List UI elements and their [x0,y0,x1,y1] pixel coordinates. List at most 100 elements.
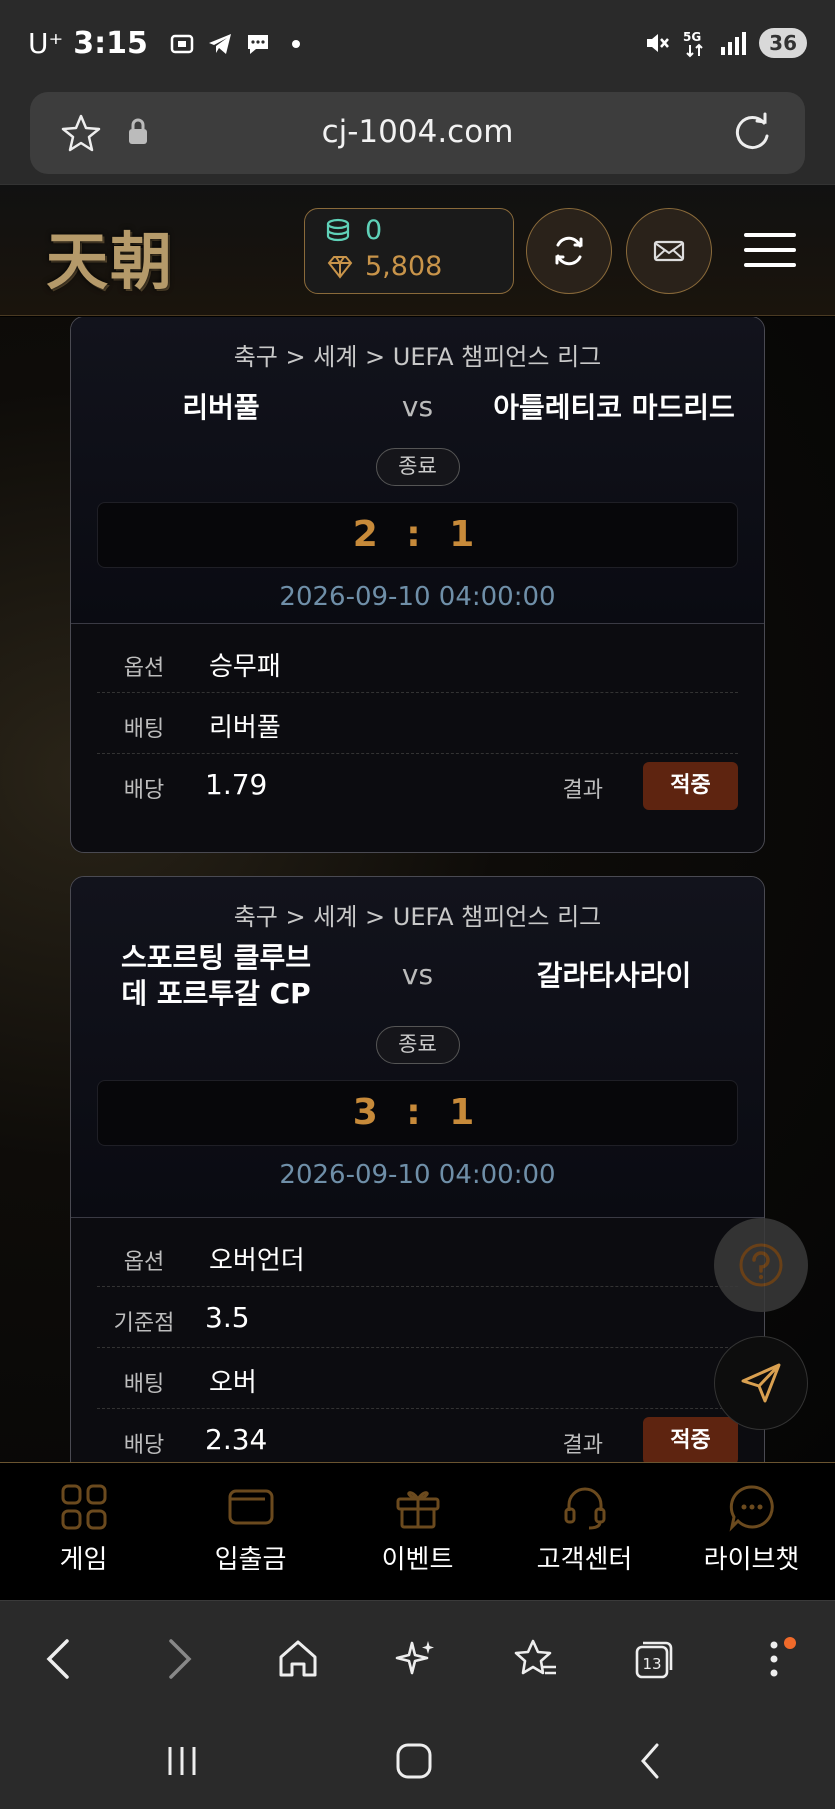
sparkle-icon [395,1641,434,1675]
home-button[interactable] [268,1629,328,1689]
notification-dot [784,1637,796,1649]
row-value: 3.5 [205,1301,250,1334]
telegram-float-button[interactable] [714,1336,808,1430]
league-path: 축구 > 세계 > UEFA 챔피언스 리그 [233,343,602,371]
match-status-badge: 종료 [375,448,460,486]
browser-toolbar: cj-1004.com [0,88,835,184]
clock: 3:15 [73,26,148,61]
message-icon [247,34,268,54]
site-header: 天朝 0 5,808 [0,184,835,316]
tabs-icon: 13 [635,1641,673,1679]
nav-label: 고객센터 [536,1545,633,1575]
send-icon [741,1363,781,1403]
nav-event[interactable]: 이벤트 [334,1463,501,1600]
refresh-icon [555,236,583,266]
reload-icon[interactable] [729,110,775,156]
nav-game[interactable]: 게임 [0,1463,167,1600]
wallet-icon [228,1489,273,1525]
tabs-button[interactable]: 13 [624,1629,684,1689]
result-label: 결과 [562,778,603,803]
away-team: 갈라타사라이 [536,959,692,992]
bet-row-odds: 배당 2.34 결과 적중 [97,1409,738,1462]
browser-bottom-toolbar: 13 [0,1600,835,1712]
mail-button[interactable] [626,208,712,294]
telegram-icon [208,33,231,54]
help-float-button[interactable] [714,1218,808,1312]
refresh-button[interactable] [526,208,612,294]
svg-text:5G: 5G [683,30,701,44]
result-label: 결과 [562,1433,603,1458]
recents-button[interactable] [152,1736,212,1786]
nav-deposit-withdraw[interactable]: 입출금 [167,1463,334,1600]
row-label: 기준점 [113,1311,175,1336]
system-back-button[interactable] [620,1736,680,1786]
away-team: 아틀레티코 마드리드 [493,391,735,424]
chevron-left-icon [46,1639,69,1679]
ai-button[interactable] [386,1629,446,1689]
bet-row-odds: 배당 1.79 결과 적중 [97,754,738,815]
row-value: 리버풀 [209,713,281,743]
row-label: 배당 [123,1433,165,1458]
match-datetime: 2026-09-10 04:00:00 [279,1160,556,1190]
tab-count: 13 [642,1655,661,1673]
row-label: 배팅 [123,717,165,742]
nav-customer-center[interactable]: 고객센터 [501,1463,668,1600]
bet-row-line: 기준점 3.5 [97,1287,738,1348]
system-nav-bar [0,1712,835,1809]
grid-icon [61,1484,106,1530]
chevron-right-icon [169,1639,192,1679]
row-value: 오버언더 [209,1246,305,1276]
hamburger-menu-icon[interactable] [744,233,796,269]
coins-icon [326,218,350,241]
result-badge: 적중 [643,1417,738,1462]
back-chevron-icon [641,1743,659,1779]
status-bar: U⁺ 3:15 5G 36 [0,0,835,88]
screenshot-icon [170,34,194,53]
league-path: 축구 > 세계 > UEFA 챔피언스 리그 [233,903,602,931]
row-value: 오버 [209,1368,257,1398]
bet-row-pick: 배팅 오버 [97,1348,738,1409]
match-datetime: 2026-09-10 04:00:00 [279,582,556,612]
result-badge: 적중 [643,762,738,810]
bookmark-list-icon [514,1639,556,1675]
diamond-icon [327,255,353,279]
battery-indicator: 36 [759,28,807,58]
score: 2 : 1 [97,502,738,568]
match-status-badge: 종료 [375,1026,460,1064]
bet-card: 축구 > 세계 > UEFA 챔피언스 리그 리버풀 vs 아틀레티코 마드리드… [70,317,765,853]
chat-icon [729,1485,774,1532]
row-label: 옵션 [123,656,165,681]
site-logo[interactable]: 天朝 [46,211,174,301]
question-icon [739,1243,783,1287]
bookmarks-button[interactable] [506,1629,566,1689]
odds-value: 2.34 [205,1423,268,1456]
row-label: 배팅 [123,1372,165,1397]
headset-icon [564,1487,605,1530]
more-options-button[interactable] [744,1629,804,1689]
envelope-icon [653,240,685,262]
nav-label: 이벤트 [381,1545,454,1575]
mute-icon [647,34,670,52]
bet-card: 축구 > 세계 > UEFA 챔피언스 리그 스포르팅 클루브 데 포르투갈 C… [70,876,765,1462]
dot-icon [291,39,300,48]
nav-label: 라이브챗 [703,1545,800,1575]
home-square-icon [396,1743,432,1779]
recents-icon [168,1747,196,1775]
back-button[interactable] [28,1629,88,1689]
signal-icon [721,32,747,55]
bet-row-option: 옵션 오버언더 [97,1226,738,1287]
odds-value: 1.79 [205,768,268,801]
forward-button[interactable] [150,1629,210,1689]
coin-balance: 0 [365,215,383,246]
site-bottom-nav: 게임 입출금 이벤트 고객센터 라이브챗 [0,1462,835,1600]
carrier-label: U⁺ [28,27,64,60]
system-home-button[interactable] [384,1736,444,1786]
wallet-balance[interactable]: 0 5,808 [304,208,514,294]
bet-history-list[interactable]: 축구 > 세계 > UEFA 챔피언스 리그 리버풀 vs 아틀레티코 마드리드… [0,317,835,1462]
row-label: 옵션 [123,1250,165,1275]
more-vertical-icon [770,1641,778,1677]
score: 3 : 1 [97,1080,738,1146]
nav-live-chat[interactable]: 라이브챗 [668,1463,835,1600]
address-bar[interactable]: cj-1004.com [30,92,805,174]
bet-row-option: 옵션 승무패 [97,632,738,693]
